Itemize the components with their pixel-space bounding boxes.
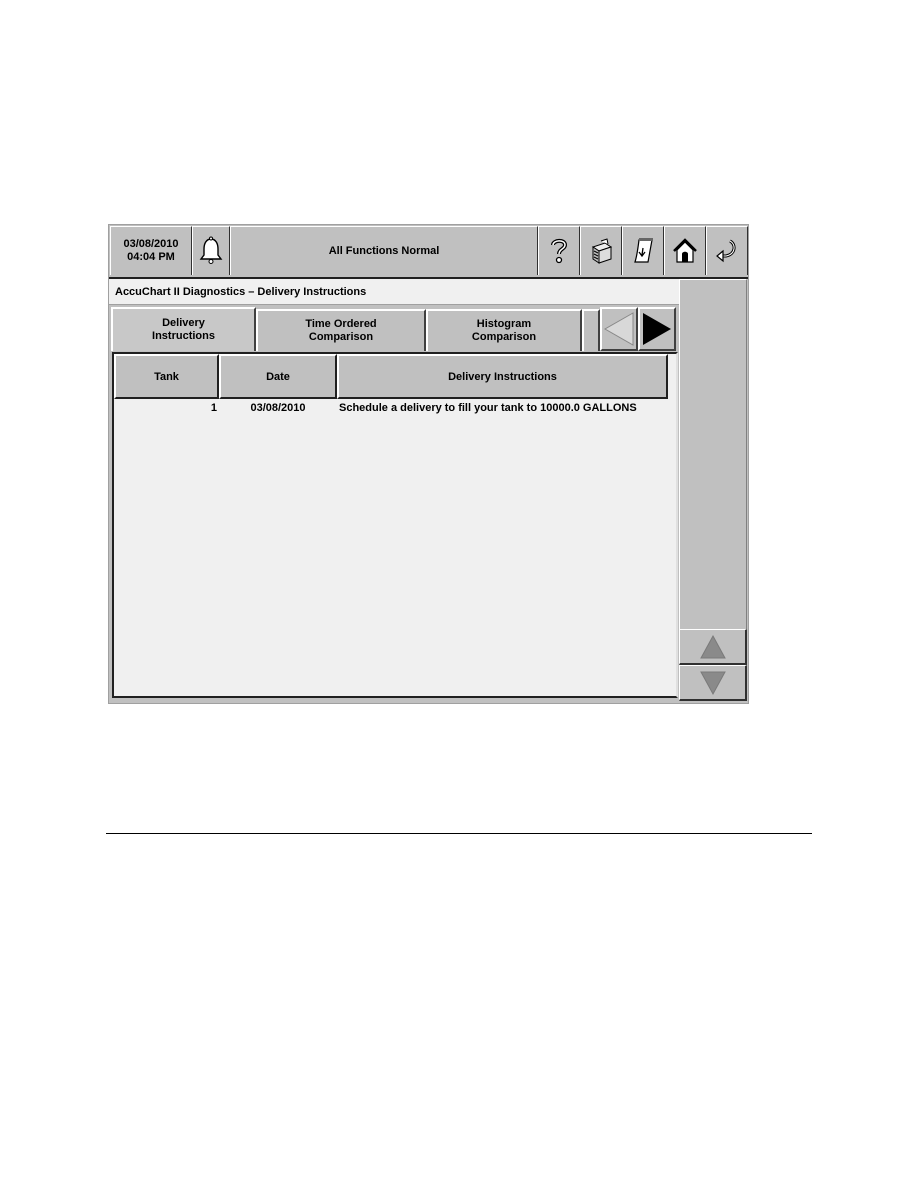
page-divider <box>106 833 812 834</box>
column-header-instructions[interactable]: Delivery Instructions <box>337 354 668 399</box>
datetime-display: 03/08/2010 04:04 PM <box>110 226 192 275</box>
scroll-up-button[interactable] <box>679 629 747 665</box>
home-icon <box>673 238 697 263</box>
cell-date: 03/08/2010 <box>250 402 306 414</box>
tab-label-line2: Comparison <box>308 331 374 343</box>
tab-label-line1: Histogram <box>476 318 532 330</box>
column-header-tank[interactable]: Tank <box>114 354 219 399</box>
table-row[interactable]: 1 03/08/2010 Schedule a delivery to fill… <box>114 400 668 416</box>
back-icon <box>716 239 736 263</box>
cell-instruction: Schedule a delivery to fill your tank to… <box>339 402 637 414</box>
tab-label-line2: Comparison <box>471 331 537 343</box>
date-text: 03/08/2010 <box>123 238 179 250</box>
next-tab-button[interactable] <box>638 307 676 351</box>
right-arrow-icon <box>643 313 671 345</box>
tab-label-line1: Delivery <box>162 317 205 329</box>
alarm-button[interactable] <box>192 226 230 275</box>
down-arrow-icon <box>699 671 726 695</box>
scroll-down-button[interactable] <box>679 665 747 701</box>
up-arrow-icon <box>699 634 726 658</box>
screen-title: AccuChart II Diagnostics – Delivery Inst… <box>109 279 679 305</box>
back-button[interactable] <box>706 226 748 275</box>
print-button[interactable] <box>580 226 622 275</box>
bell-icon <box>199 236 223 264</box>
tab-partial[interactable] <box>582 309 600 351</box>
prev-tab-button[interactable] <box>600 307 638 351</box>
cell-tank: 1 <box>210 402 217 414</box>
table-header: Tank Date Delivery Instructions <box>114 354 668 399</box>
column-header-date[interactable]: Date <box>219 354 337 399</box>
tab-label-line1: Time Ordered <box>305 318 377 330</box>
home-button[interactable] <box>664 226 706 275</box>
delivery-table: Tank Date Delivery Instructions 1 03/08/… <box>112 352 678 698</box>
tab-label-line2: Instructions <box>152 330 215 342</box>
report-button[interactable] <box>622 226 664 275</box>
status-text: All Functions Normal <box>328 245 440 257</box>
system-status[interactable]: All Functions Normal <box>230 226 538 275</box>
tab-histogram-comparison[interactable]: Histogram Comparison <box>426 309 582 351</box>
console-screen: 03/08/2010 04:04 PM All Functions Normal <box>108 224 749 704</box>
printer-icon <box>591 238 613 264</box>
time-text: 04:04 PM <box>127 251 175 263</box>
help-button[interactable] <box>538 226 580 275</box>
tab-time-ordered-comparison[interactable]: Time Ordered Comparison <box>256 309 426 351</box>
left-arrow-icon <box>603 312 634 346</box>
report-icon <box>634 238 653 263</box>
help-icon <box>551 238 568 264</box>
top-bar: 03/08/2010 04:04 PM All Functions Normal <box>109 225 748 279</box>
tab-delivery-instructions[interactable]: Delivery Instructions <box>111 307 256 351</box>
scroll-track[interactable] <box>679 279 747 629</box>
